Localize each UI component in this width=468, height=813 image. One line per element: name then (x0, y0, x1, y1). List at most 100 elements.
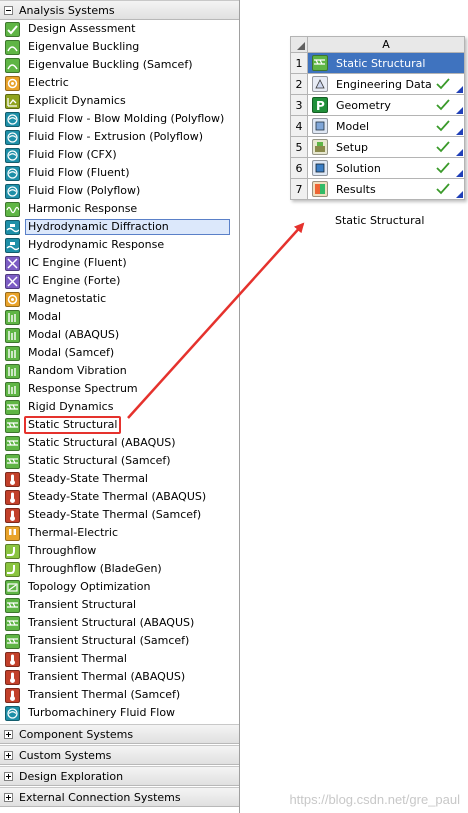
toolbox-item-static-structural-samcef[interactable]: Static Structural (Samcef) (0, 452, 239, 470)
toolbox-item-label: Fluid Flow - Blow Molding (Polyflow) (28, 112, 225, 125)
system-cell-row: 4 Model (290, 115, 465, 137)
toolbox-item-static-structural-abaqus[interactable]: Static Structural (ABAQUS) (0, 434, 239, 452)
svg-text:P: P (316, 99, 325, 112)
toolbox-item-modal-samcef[interactable]: Modal (Samcef) (0, 344, 239, 362)
status-check-icon (436, 141, 450, 153)
toolbox-item-eigenvalue-buckling[interactable]: Eigenvalue Buckling (0, 38, 239, 56)
toolbox-item-electric[interactable]: Electric (0, 74, 239, 92)
category-component-systems[interactable]: Component Systems (0, 724, 239, 744)
toolbox-item-transient-structural[interactable]: Transient Structural (0, 596, 239, 614)
ic-engine-icon (5, 255, 20, 271)
system-block-static-structural[interactable]: A 1 Static Structural 2 Engineering Data 3 P G… (290, 36, 465, 200)
toolbox-item-fluid-flow-fluent[interactable]: Fluid Flow (Fluent) (0, 164, 239, 182)
toolbox-item-transient-thermal[interactable]: Transient Thermal (0, 650, 239, 668)
system-cell-results[interactable]: Results (307, 178, 465, 200)
toolbox-item-modal-abaqus[interactable]: Modal (ABAQUS) (0, 326, 239, 344)
system-cell-engineering-data[interactable]: Engineering Data (307, 73, 465, 95)
toolbox-item-ic-engine-forte[interactable]: IC Engine (Forte) (0, 272, 239, 290)
expand-icon[interactable] (4, 771, 13, 781)
status-check-icon (436, 162, 450, 174)
system-cell-model[interactable]: Model (307, 115, 465, 137)
toolbox-item-design-assessment[interactable]: Design Assessment (0, 20, 239, 38)
toolbox-item-steady-state-thermal-abaqus[interactable]: Steady-State Thermal (ABAQUS) (0, 488, 239, 506)
cell-menu-triangle-icon[interactable] (456, 191, 463, 198)
toolbox-item-steady-state-thermal[interactable]: Steady-State Thermal (0, 470, 239, 488)
system-cell-solution[interactable]: Solution (307, 157, 465, 179)
toolbox-item-random-vibration[interactable]: Random Vibration (0, 362, 239, 380)
thermal-electric-icon (5, 525, 20, 541)
toolbox-item-label: Fluid Flow (CFX) (28, 148, 117, 161)
cell-menu-triangle-icon[interactable] (456, 86, 463, 93)
thermal-icon (5, 489, 20, 505)
toolbox-item-label: Steady-State Thermal (Samcef) (28, 508, 202, 521)
toolbox-item-response-spectrum[interactable]: Response Spectrum (0, 380, 239, 398)
toolbox-item-label: Hydrodynamic Diffraction (25, 219, 230, 235)
toolbox-item-throughflow-bladegen[interactable]: Throughflow (BladeGen) (0, 560, 239, 578)
toolbox-item-fluid-flow-extrusion-polyflow[interactable]: Fluid Flow - Extrusion (Polyflow) (0, 128, 239, 146)
cell-label: Results (336, 182, 376, 196)
system-cell-row: 3 P Geometry (290, 94, 465, 116)
toolbox-item-magnetostatic[interactable]: Magnetostatic (0, 290, 239, 308)
category-analysis-systems[interactable]: Analysis Systems (0, 0, 239, 20)
cell-menu-triangle-icon[interactable] (456, 149, 463, 156)
toolbox-item-hydrodynamic-response[interactable]: Hydrodynamic Response (0, 236, 239, 254)
toolbox-item-label: Harmonic Response (28, 202, 138, 215)
transient-structural-icon (5, 633, 20, 649)
random-vibration-icon (5, 363, 20, 379)
toolbox-item-steady-state-thermal-samcef[interactable]: Steady-State Thermal (Samcef) (0, 506, 239, 524)
toolbox-item-rigid-dynamics[interactable]: Rigid Dynamics (0, 398, 239, 416)
transient-structural-icon (5, 597, 20, 613)
toolbox-item-label: Electric (28, 76, 69, 89)
response-spectrum-icon (5, 381, 20, 397)
toolbox-item-label: Random Vibration (28, 364, 127, 377)
cell-label: Engineering Data (336, 77, 432, 91)
expand-icon[interactable] (4, 729, 13, 739)
expand-icon[interactable] (4, 792, 13, 802)
toolbox-item-transient-thermal-abaqus[interactable]: Transient Thermal (ABAQUS) (0, 668, 239, 686)
toolbox-item-modal[interactable]: Modal (0, 308, 239, 326)
toolbox-item-thermal-electric[interactable]: Thermal-Electric (0, 524, 239, 542)
system-cell-setup[interactable]: Setup (307, 136, 465, 158)
toolbox-item-hydrodynamic-diffraction[interactable]: Hydrodynamic Diffraction (0, 218, 239, 236)
system-cell-row: 2 Engineering Data (290, 73, 465, 95)
toolbox-item-turbomachinery-fluid-flow[interactable]: Turbomachinery Fluid Flow (0, 704, 239, 722)
cell-menu-triangle-icon[interactable] (456, 170, 463, 177)
system-caption[interactable]: Static Structural (335, 214, 424, 227)
collapse-icon[interactable] (4, 5, 13, 15)
category-label: External Connection Systems (19, 790, 181, 804)
fluid-flow-icon (5, 111, 20, 127)
toolbox-item-transient-structural-abaqus[interactable]: Transient Structural (ABAQUS) (0, 614, 239, 632)
system-cell-static-structural[interactable]: Static Structural (307, 52, 465, 74)
toolbox-item-fluid-flow-polyflow[interactable]: Fluid Flow (Polyflow) (0, 182, 239, 200)
toolbox-item-transient-structural-samcef[interactable]: Transient Structural (Samcef) (0, 632, 239, 650)
toolbox-item-eigenvalue-buckling-samcef[interactable]: Eigenvalue Buckling (Samcef) (0, 56, 239, 74)
system-menu-corner[interactable] (290, 36, 308, 53)
toolbox-item-label: Steady-State Thermal (28, 472, 148, 485)
system-cell-geometry[interactable]: P Geometry (307, 94, 465, 116)
toolbox-item-ic-engine-fluent[interactable]: IC Engine (Fluent) (0, 254, 239, 272)
category-design-exploration[interactable]: Design Exploration (0, 766, 239, 786)
expand-icon[interactable] (4, 750, 13, 760)
cell-label: Solution (336, 161, 381, 175)
toolbox-item-transient-thermal-samcef[interactable]: Transient Thermal (Samcef) (0, 686, 239, 704)
toolbox-item-label: IC Engine (Forte) (28, 274, 121, 287)
toolbox-item-throughflow[interactable]: Throughflow (0, 542, 239, 560)
category-custom-systems[interactable]: Custom Systems (0, 745, 239, 765)
toolbox-item-explicit-dynamics[interactable]: Explicit Dynamics (0, 92, 239, 110)
cell-menu-triangle-icon[interactable] (456, 128, 463, 135)
row-number: 2 (290, 73, 308, 95)
category-label: Component Systems (19, 727, 134, 741)
toolbox-item-fluid-flow-blow-molding-polyflow[interactable]: Fluid Flow - Blow Molding (Polyflow) (0, 110, 239, 128)
throughflow-icon (5, 543, 20, 559)
category-external-connection-systems[interactable]: External Connection Systems (0, 787, 239, 807)
cell-menu-triangle-icon[interactable] (456, 107, 463, 114)
toolbox-item-static-structural[interactable]: Static Structural (0, 416, 239, 434)
system-table: A 1 Static Structural 2 Engineering Data 3 P G… (290, 36, 465, 200)
toolbox-item-fluid-flow-cfx[interactable]: Fluid Flow (CFX) (0, 146, 239, 164)
toolbox-item-harmonic-response[interactable]: Harmonic Response (0, 200, 239, 218)
fluid-flow-icon (5, 129, 20, 145)
ic-engine-icon (5, 273, 20, 289)
toolbox-item-label: Magnetostatic (28, 292, 107, 305)
toolbox-item-topology-optimization[interactable]: Topology Optimization (0, 578, 239, 596)
static-structural-icon (5, 453, 20, 469)
